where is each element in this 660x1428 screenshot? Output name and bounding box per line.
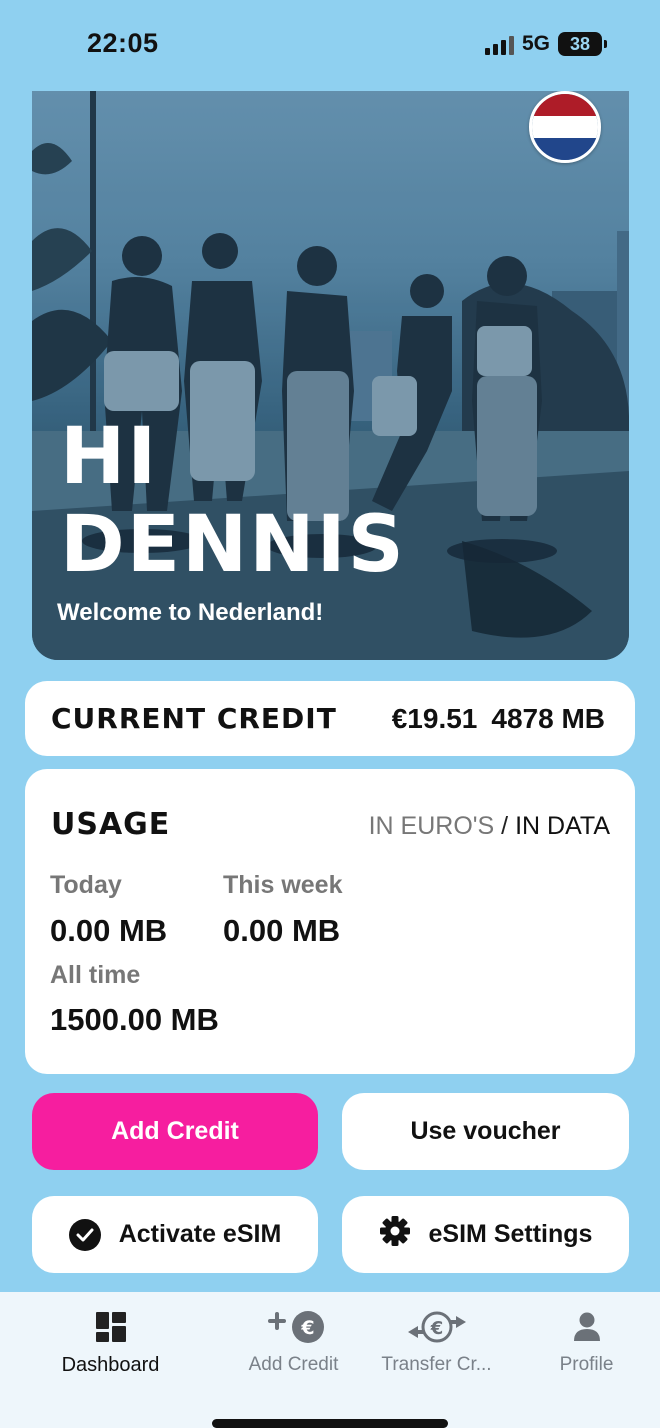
all-time-value: 1500.00 MB	[50, 1002, 219, 1037]
check-circle-icon	[68, 1218, 101, 1251]
usage-card: USAGE IN EURO'S / IN DATA Today 0.00 MB …	[25, 769, 635, 1074]
tab-dashboard[interactable]: Dashboard	[28, 1292, 193, 1402]
activate-esim-label: Activate eSIM	[118, 1220, 282, 1248]
tab-add-credit[interactable]: € Add Credit	[211, 1292, 376, 1402]
person-icon	[573, 1310, 601, 1344]
tab-add-credit-label: Add Credit	[248, 1354, 339, 1375]
greeting-name: DENNIS	[60, 500, 406, 590]
tab-profile-label: Profile	[559, 1354, 614, 1375]
welcome-subtitle: Welcome to Nederland!	[57, 599, 324, 626]
gear-icon	[379, 1215, 411, 1254]
tab-transfer-credit-label: Transfer Cr...	[381, 1354, 492, 1375]
toggle-separator: /	[501, 812, 509, 840]
bottom-tab-bar: Dashboard € Add Credit € Transfer Cr...	[0, 1292, 660, 1428]
network-type: 5G	[521, 32, 550, 55]
status-time: 22:05	[87, 28, 159, 58]
svg-text:€: €	[429, 1318, 443, 1339]
home-indicator[interactable]	[212, 1419, 448, 1428]
usage-unit-toggle: IN EURO'S / IN DATA	[369, 812, 610, 841]
today-value: 0.00 MB	[50, 913, 168, 948]
add-euro-icon: €	[263, 1310, 325, 1344]
svg-text:€: €	[300, 1317, 314, 1339]
signal-icon	[484, 33, 514, 55]
all-time-label: All time	[50, 961, 141, 989]
tab-dashboard-label: Dashboard	[61, 1354, 160, 1376]
activate-esim-button[interactable]: Activate eSIM	[32, 1196, 318, 1273]
use-voucher-button[interactable]: Use voucher	[342, 1093, 629, 1170]
toggle-in-data[interactable]: IN DATA	[515, 812, 610, 840]
tab-profile[interactable]: Profile	[504, 1292, 660, 1402]
transfer-euro-icon: €	[406, 1310, 468, 1344]
netherlands-flag-icon[interactable]	[529, 91, 601, 163]
credit-amount: €19.51	[391, 702, 478, 734]
credit-values: €19.51 4878 MB	[392, 703, 605, 735]
toggle-in-euros[interactable]: IN EURO'S	[369, 812, 495, 840]
dashboard-icon	[95, 1310, 126, 1344]
status-bar: 22:05 5G 38	[0, 0, 660, 90]
battery-icon: 38	[558, 32, 607, 56]
today-label: Today	[50, 871, 122, 899]
this-week-label: This week	[223, 871, 343, 899]
esim-settings-label: eSIM Settings	[428, 1220, 593, 1248]
tab-transfer-credit[interactable]: € Transfer Cr...	[354, 1292, 519, 1402]
status-indicators: 5G 38	[484, 32, 607, 56]
current-credit-card: CURRENT CREDIT €19.51 4878 MB	[25, 681, 635, 756]
esim-settings-button[interactable]: eSIM Settings	[342, 1196, 629, 1273]
usage-title: USAGE	[51, 807, 171, 842]
credit-data: 4878 MB	[491, 702, 605, 734]
current-credit-label: CURRENT CREDIT	[51, 702, 337, 735]
add-credit-button[interactable]: Add Credit	[32, 1093, 318, 1170]
greeting-line-1: HI	[60, 412, 159, 502]
battery-level: 38	[569, 33, 591, 54]
this-week-value: 0.00 MB	[223, 913, 341, 948]
greeting-title: HI DENNIS	[60, 413, 406, 589]
hero-banner: HI DENNIS Welcome to Nederland!	[32, 91, 629, 660]
